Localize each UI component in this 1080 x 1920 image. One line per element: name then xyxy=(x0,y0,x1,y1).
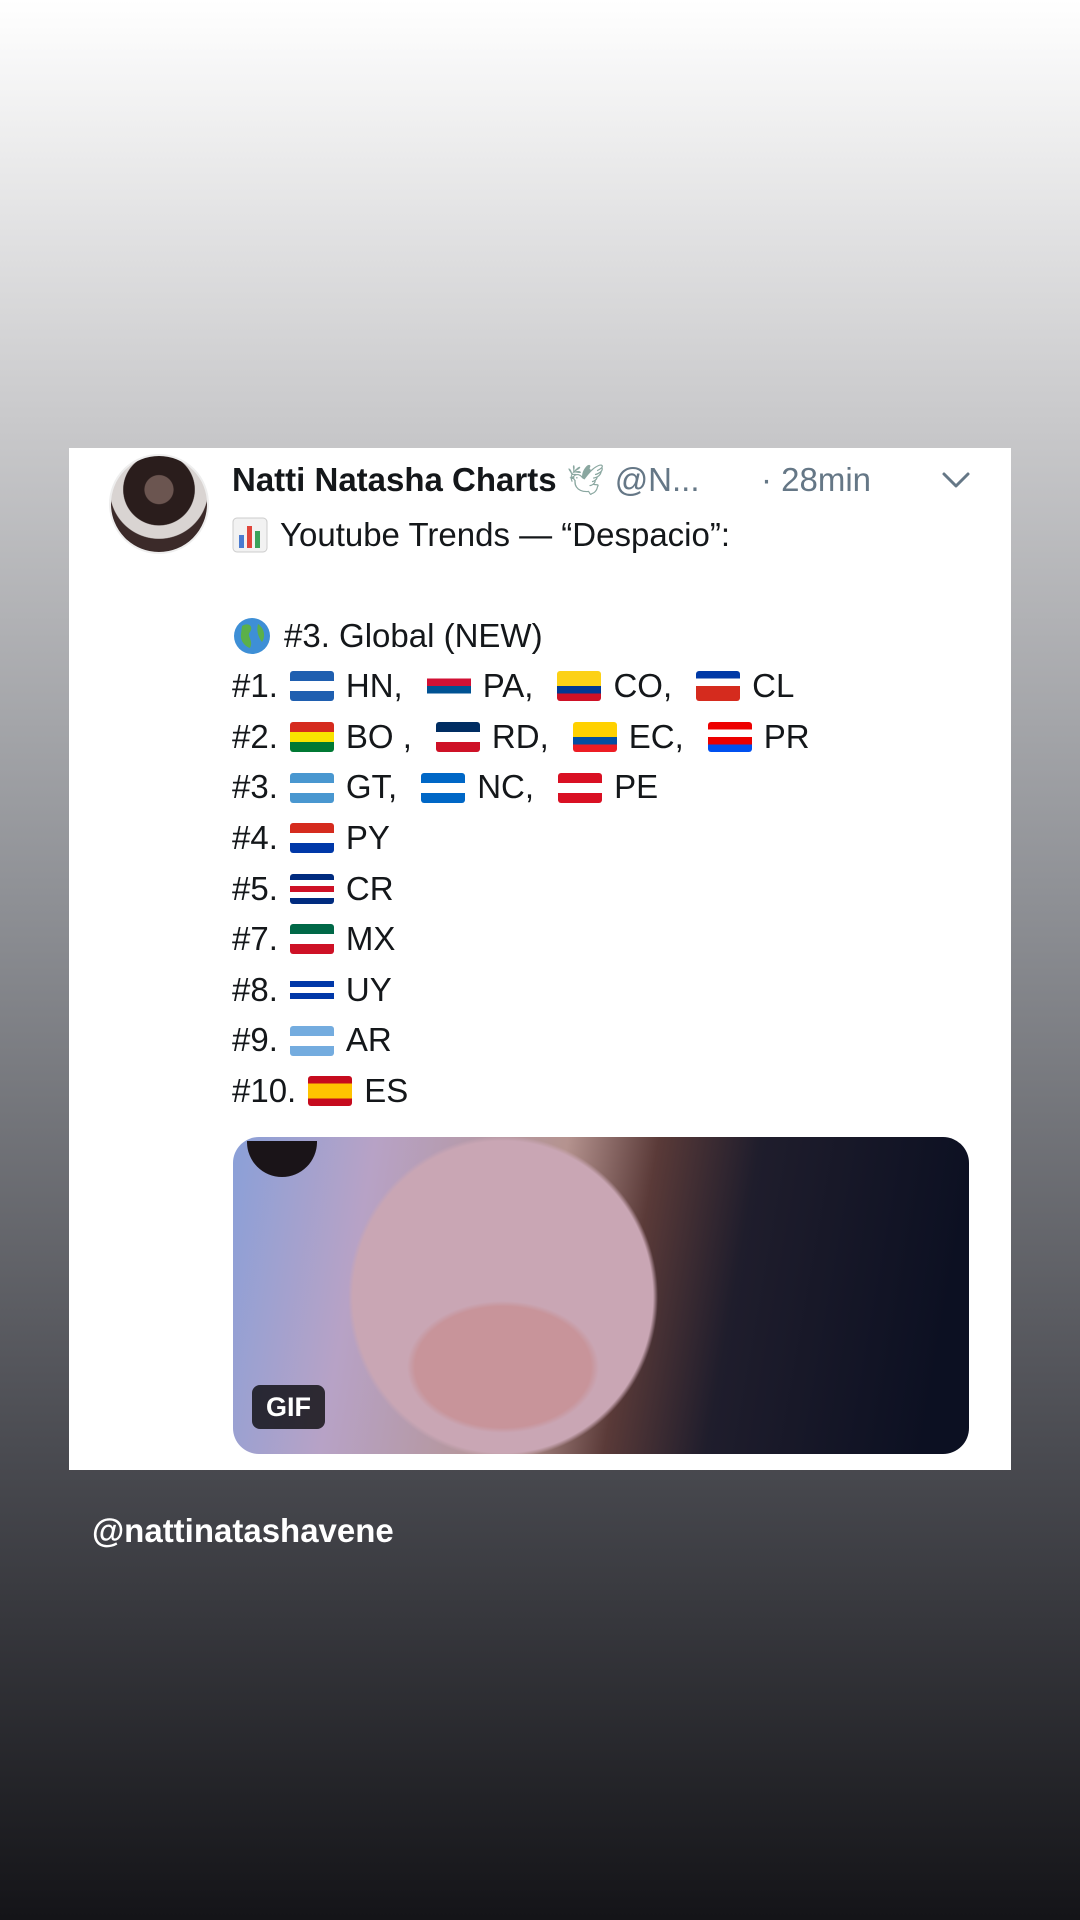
flag-icon xyxy=(289,873,334,904)
timestamp[interactable]: · 28min xyxy=(761,458,871,502)
flag-icon xyxy=(426,671,471,702)
ranking-row: #8. UY xyxy=(232,965,992,1016)
rankings-list: #1. HN, PA, CO, CL #2. BO , RD, EC, PR #3. GT, NC, PE… xyxy=(232,661,992,1116)
intro-text: Youtube Trends — “Despacio”: xyxy=(280,516,731,553)
country-code: ES xyxy=(364,1071,409,1109)
rank-label: #4. xyxy=(232,818,278,856)
rank-label: #10. xyxy=(232,1071,297,1109)
ranking-row: #1. HN, PA, CO, CL xyxy=(232,661,992,712)
country-code: RD, xyxy=(491,717,549,755)
country-code: PY xyxy=(345,818,390,856)
rank-label: #8. xyxy=(232,970,278,1008)
tweet-card[interactable]: Natti Natasha Charts 🕊 @N... · 28min You… xyxy=(69,448,1011,1470)
ranking-row: #3. GT, NC, PE xyxy=(232,762,992,813)
flag-icon xyxy=(289,924,334,955)
dove-icon: 🕊 xyxy=(566,463,605,497)
flag-icon xyxy=(421,772,466,803)
flag-icon xyxy=(558,772,603,803)
ranking-row: #2. BO , RD, EC, PR xyxy=(232,712,992,763)
country-code: GT, xyxy=(345,768,398,806)
author-handle[interactable]: @N... xyxy=(615,461,700,499)
country-code: CL xyxy=(752,667,795,705)
country-code: HN, xyxy=(345,667,403,705)
ranking-row: #4. PY xyxy=(232,813,992,864)
rank-label: #9. xyxy=(232,1021,278,1059)
bar-chart-icon xyxy=(232,517,268,553)
flag-icon xyxy=(289,1025,334,1056)
eye-shape xyxy=(247,1141,317,1177)
rank-label: #5. xyxy=(232,869,278,907)
flag-icon xyxy=(696,671,741,702)
country-code: BO , xyxy=(345,717,412,755)
flag-icon xyxy=(707,722,752,753)
country-code: CO, xyxy=(613,667,673,705)
global-line: #3. Global (NEW) xyxy=(232,611,992,662)
flag-icon xyxy=(289,671,334,702)
country-code: PA, xyxy=(482,667,534,705)
country-code: UY xyxy=(345,970,392,1008)
flag-icon xyxy=(572,722,617,753)
intro-line: Youtube Trends — “Despacio”: xyxy=(232,510,992,561)
country-code: CR xyxy=(345,869,394,907)
avatar[interactable] xyxy=(109,454,209,554)
flag-icon xyxy=(289,975,334,1006)
flag-icon xyxy=(308,1076,353,1107)
ranking-row: #9. AR xyxy=(232,1015,992,1066)
rank-label: #1. xyxy=(232,667,278,705)
ranking-row: #10. ES xyxy=(232,1066,992,1117)
rank-label: #7. xyxy=(232,920,278,958)
rank-label: #3. xyxy=(232,768,278,806)
rank-label: #2. xyxy=(232,717,278,755)
global-rank: #3. Global (NEW) xyxy=(284,616,543,654)
ranking-row: #5. CR xyxy=(232,864,992,915)
ranking-row: #7. MX xyxy=(232,914,992,965)
flag-icon xyxy=(435,722,480,753)
flag-icon xyxy=(289,772,334,803)
tweet-text: Youtube Trends — “Despacio”: #3. Global … xyxy=(232,510,992,1117)
author-name[interactable]: Natti Natasha Charts xyxy=(232,461,557,499)
chevron-down-icon[interactable] xyxy=(936,460,976,500)
flag-icon xyxy=(557,671,602,702)
globe-icon xyxy=(234,617,270,654)
country-code: AR xyxy=(345,1021,392,1059)
story-credit[interactable]: @nattinatashavene xyxy=(92,1512,394,1550)
flag-icon xyxy=(289,722,334,753)
gif-media[interactable]: GIF xyxy=(233,1137,969,1454)
flag-icon xyxy=(289,823,334,854)
tweet-header: Natti Natasha Charts 🕊 @N... xyxy=(232,458,700,502)
country-code: EC, xyxy=(628,717,684,755)
country-code: PR xyxy=(763,717,810,755)
country-code: NC, xyxy=(477,768,535,806)
gif-badge: GIF xyxy=(252,1385,325,1429)
country-code: PE xyxy=(614,768,659,806)
country-code: MX xyxy=(345,920,396,958)
